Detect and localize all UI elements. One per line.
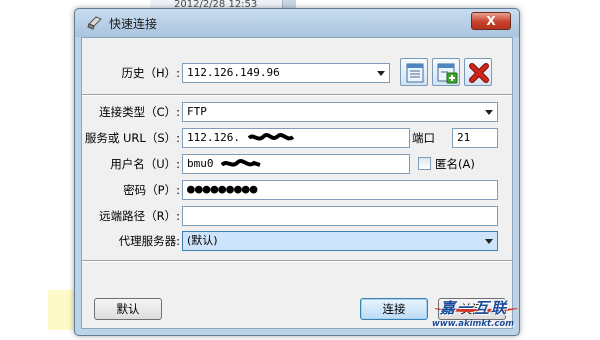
chevron-down-icon [377, 71, 385, 76]
history-value: 112.126.149.96 [187, 66, 280, 79]
app-icon [87, 15, 103, 31]
watermark: 嘉一互联 www.akimkt.com [428, 297, 524, 333]
separator-bottom [82, 260, 512, 262]
titlebar: 快速连接 X [75, 9, 519, 37]
watermark-logo: 嘉一互联 [440, 299, 509, 317]
username-value: bmu0 [187, 157, 214, 170]
separator-top [82, 94, 512, 96]
server-label: 服务或 URL（S）: [84, 131, 180, 145]
site-list-icon [406, 63, 424, 83]
conn-type-label: 连接类型（C）: [99, 105, 180, 119]
redaction-scribble [247, 133, 294, 141]
proxy-value: (默认) [187, 234, 218, 247]
delete-site-button[interactable] [464, 58, 492, 86]
add-site-button[interactable] [432, 58, 460, 86]
history-select[interactable]: 112.126.149.96 [182, 63, 390, 83]
port-input[interactable]: 21 [452, 128, 498, 148]
password-value: ●●●●●●●●● [187, 182, 258, 197]
connect-button[interactable]: 连接 [360, 298, 428, 320]
default-button[interactable]: 默认 [94, 298, 162, 320]
conn-type-select[interactable]: FTP [182, 102, 498, 122]
redaction-scribble [221, 159, 261, 167]
dialog-title: 快速连接 [109, 17, 158, 31]
proxy-label: 代理服务器: [118, 234, 180, 248]
port-value: 21 [457, 131, 471, 144]
anonymous-label: 匿名(A) [435, 157, 475, 171]
quick-connect-dialog: 快速连接 X 历史（H）: 112.126.149.96 连接类型（C）: FT… [74, 8, 520, 336]
history-label: 历史（H）: [121, 66, 180, 80]
remote-path-label: 远端路径（R）: [99, 209, 180, 223]
chevron-down-icon [485, 239, 493, 244]
port-label: 端口 [412, 131, 435, 145]
site-manager-button[interactable] [400, 58, 428, 86]
add-site-icon [437, 63, 458, 84]
close-window-button[interactable]: X [471, 12, 511, 30]
proxy-select[interactable]: (默认) [182, 231, 498, 251]
username-input[interactable]: bmu0 [182, 154, 410, 174]
delete-icon [469, 63, 489, 83]
conn-type-value: FTP [187, 105, 207, 118]
server-value: 112.126. [187, 131, 240, 144]
chevron-down-icon [485, 110, 493, 115]
dialog-body: 历史（H）: 112.126.149.96 连接类型（C）: FTP 服务或 U… [81, 37, 513, 329]
password-label: 密码（P）: [123, 183, 180, 197]
server-input[interactable]: 112.126. [182, 128, 410, 148]
remote-path-input[interactable] [182, 206, 498, 226]
username-label: 用户名（U）: [110, 157, 180, 171]
watermark-url: www.akimkt.com [432, 319, 515, 329]
password-input[interactable]: ●●●●●●●●● [182, 180, 498, 200]
anonymous-checkbox[interactable] [418, 157, 431, 170]
